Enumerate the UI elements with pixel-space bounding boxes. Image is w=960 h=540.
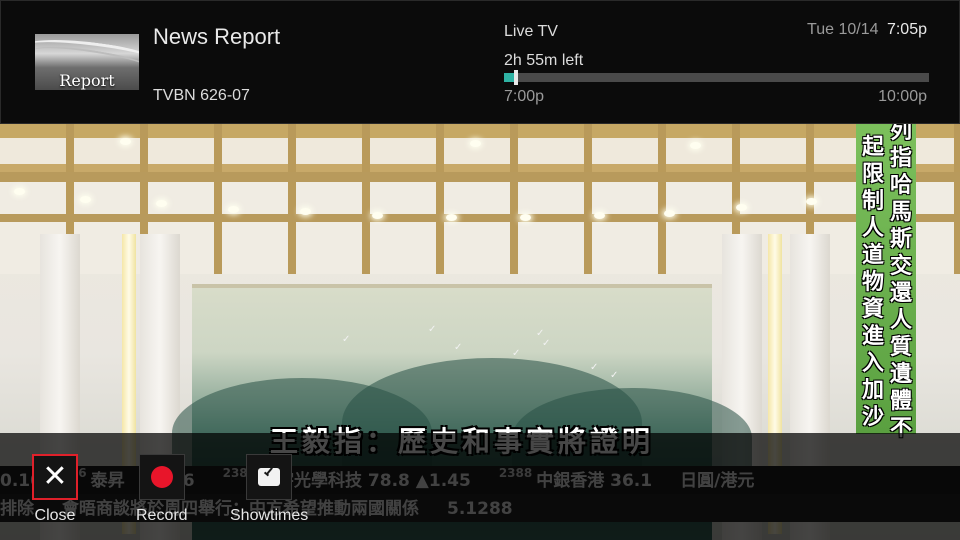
record-label: Record: [136, 507, 188, 524]
video-scene-light: [520, 214, 531, 221]
current-time: 7:05p: [886, 21, 927, 38]
video-scene-light: [470, 140, 481, 147]
program-progress-bar: [504, 70, 929, 85]
showtimes-label: Showtimes: [230, 507, 309, 524]
video-scene-beam: [0, 172, 960, 182]
video-scene-light: [228, 206, 239, 213]
record-button[interactable]: Record: [136, 454, 188, 525]
video-scene-light: [120, 138, 131, 145]
program-title: News Report: [153, 24, 281, 49]
clock-icon: [258, 468, 281, 486]
video-scene-light: [446, 214, 457, 221]
current-datetime: Tue 10/14 7:05p: [807, 21, 927, 39]
video-scene-light: [14, 188, 25, 195]
vertical-news-caption: 起限制人道物資進入加沙 列指哈馬斯交還人質遺體不: [856, 124, 916, 441]
player-action-bar: ✕ Close Record Showtimes: [0, 433, 960, 540]
showtimes-button-frame[interactable]: [246, 454, 293, 500]
program-info-bar: Report News Report TVBN 626-07 Live TV 2…: [0, 0, 960, 124]
video-scene-light: [156, 200, 167, 207]
video-scene-light: [594, 212, 605, 219]
current-date: Tue 10/14: [807, 21, 879, 38]
video-scene-light: [736, 204, 747, 211]
vertical-caption-left: 起限制人道物資進入加沙: [861, 135, 884, 430]
close-icon: ✕: [42, 459, 68, 494]
start-time: 7:00p: [504, 88, 545, 105]
video-scene-light: [664, 210, 675, 217]
video-scene-light: [300, 208, 311, 215]
channel-label: TVBN 626-07: [153, 87, 250, 104]
program-thumbnail: Report: [35, 34, 139, 90]
showtimes-button[interactable]: Showtimes: [230, 454, 308, 525]
video-scene-light: [690, 142, 701, 149]
vertical-caption-right: 列指哈馬斯交還人質遺體不: [889, 124, 912, 441]
close-button[interactable]: ✕ Close: [32, 454, 78, 525]
video-scene-light: [80, 196, 91, 203]
thumbnail-logo-text: Report: [59, 71, 115, 90]
record-icon: [150, 466, 173, 488]
close-label: Close: [34, 507, 76, 524]
video-scene-light: [806, 198, 817, 205]
video-scene-light: [372, 212, 383, 219]
close-button-frame[interactable]: ✕: [32, 454, 78, 500]
record-button-frame[interactable]: [138, 454, 185, 500]
video-scene-beam: [0, 214, 960, 222]
time-remaining: 2h 55m left: [504, 52, 584, 69]
end-time: 10:00p: [878, 88, 927, 105]
live-tv-label: Live TV: [504, 23, 558, 40]
progress-marker: [513, 70, 518, 85]
